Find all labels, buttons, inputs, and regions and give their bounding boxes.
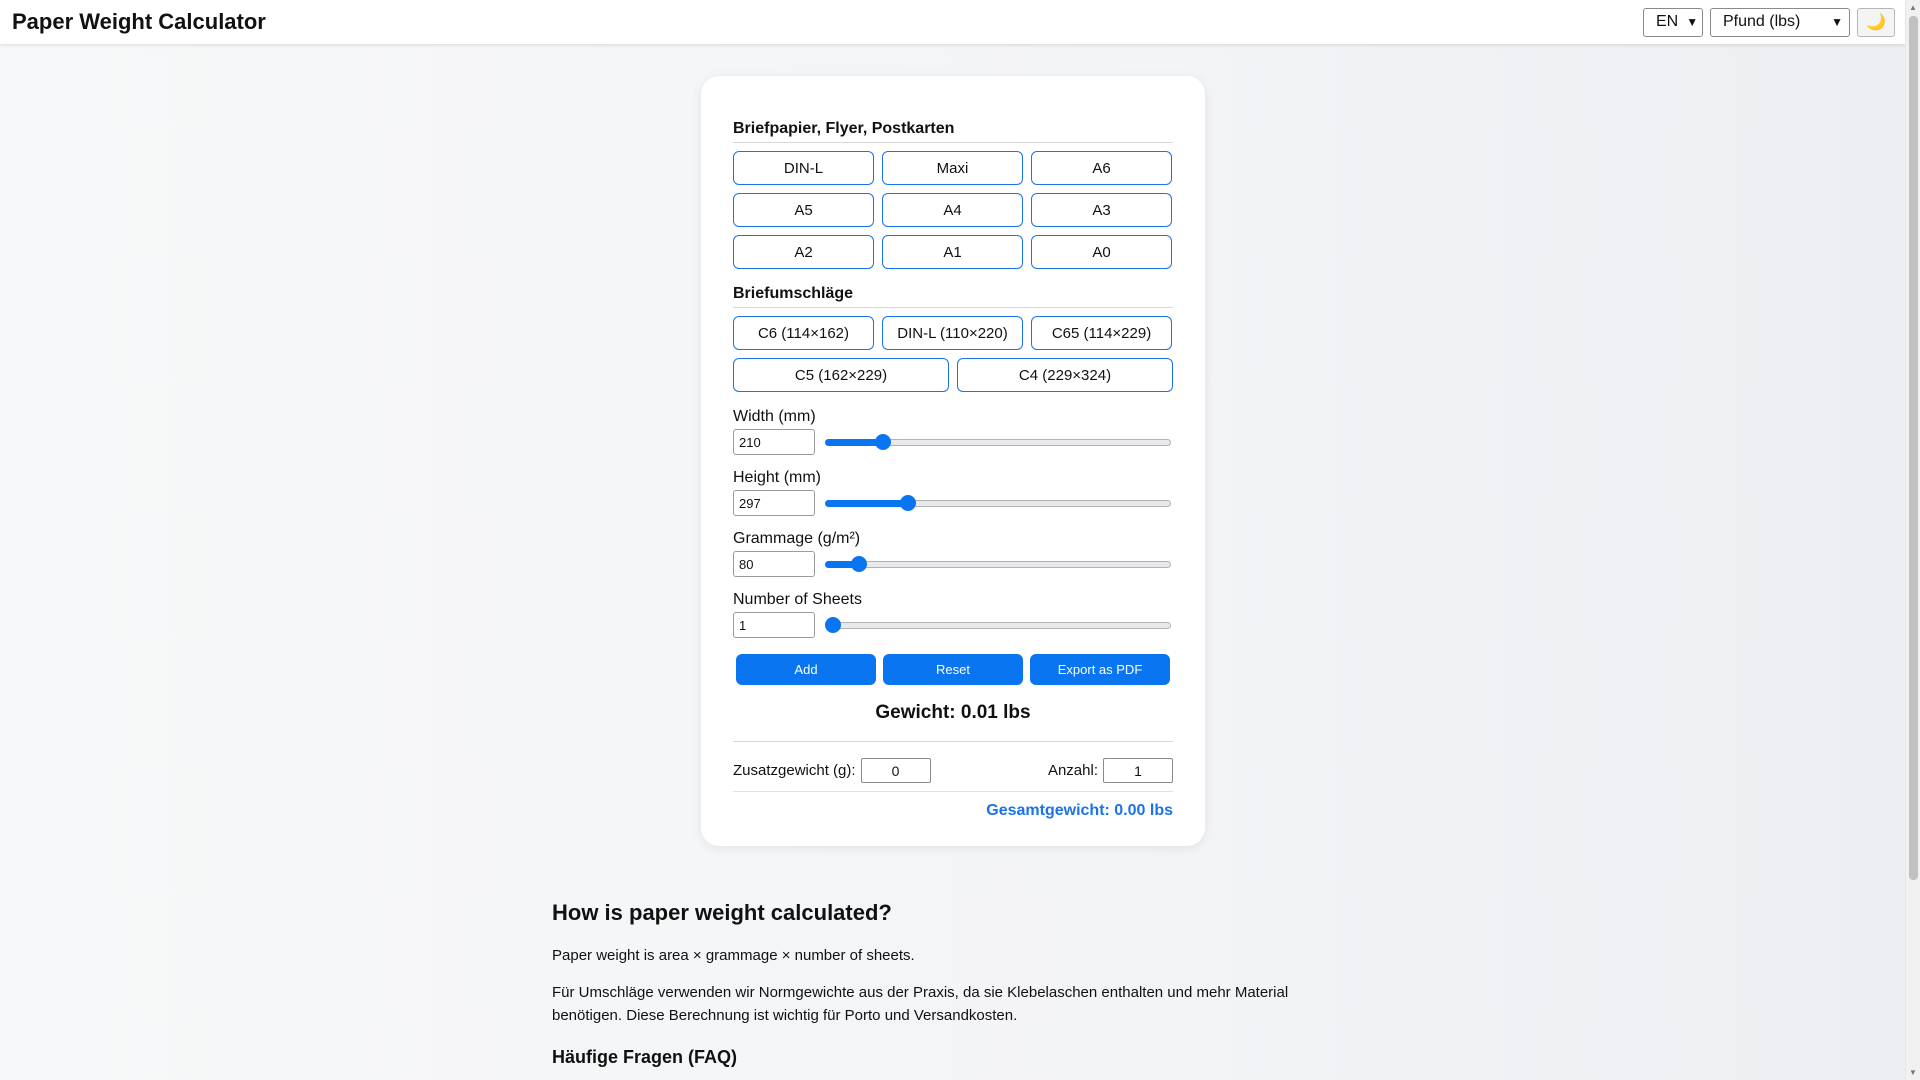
width-row: 210 (733, 429, 1173, 455)
height-input[interactable]: 297 (733, 490, 815, 516)
extra-weight-row: Zusatzgewicht (g): 0 Anzahl: 1 (733, 758, 1173, 783)
unit-select[interactable]: Pfund (lbs) ▼ (1710, 7, 1850, 37)
height-slider[interactable] (825, 495, 1171, 511)
grammage-slider[interactable] (825, 556, 1171, 572)
moon-icon: 🌙 (1866, 14, 1886, 31)
paper-presets-title: Briefpapier, Flyer, Postkarten (733, 120, 1173, 143)
reset-button[interactable]: Reset (883, 654, 1023, 685)
preset-button-a5[interactable]: A5 (733, 193, 874, 227)
preset-button-a4[interactable]: A4 (882, 193, 1023, 227)
sheets-slider[interactable] (825, 617, 1171, 633)
width-slider[interactable] (825, 434, 1171, 450)
height-row: 297 (733, 490, 1173, 516)
article-paragraph: Für Umschläge verwenden wir Normgewichte… (552, 984, 1289, 1024)
sheets-row: 1 (733, 612, 1173, 638)
divider (733, 791, 1173, 792)
preset-button-maxi[interactable]: Maxi (882, 151, 1023, 185)
divider (733, 741, 1173, 742)
preset-button-a3[interactable]: A3 (1031, 193, 1172, 227)
extra-weight-group: Zusatzgewicht (g): 0 (733, 758, 931, 783)
slider-thumb[interactable] (825, 617, 841, 633)
envelope-presets-grid: C6 (114×162) DIN-L (110×220) C65 (114×22… (733, 316, 1173, 350)
top-controls: EN ▼ Pfund (lbs) ▼ 🌙 (1643, 7, 1895, 37)
paper-presets-grid: DIN-L Maxi A6 A5 A4 A3 A2 A1 A0 (733, 151, 1173, 269)
count-input[interactable]: 1 (1103, 758, 1173, 783)
slider-fill (825, 439, 883, 446)
count-label: Anzahl: (1047, 762, 1098, 779)
slider-thumb[interactable] (851, 556, 868, 572)
preset-button-din-l-envelope[interactable]: DIN-L (110×220) (882, 316, 1023, 350)
unit-select-value: Pfund (lbs) (1723, 13, 1801, 30)
extra-weight-label: Zusatzgewicht (g): (733, 762, 856, 779)
language-select-value: EN (1656, 13, 1679, 30)
scroll-down-arrow-icon[interactable]: ▼ (1909, 1068, 1917, 1077)
preset-button-a6[interactable]: A6 (1031, 151, 1172, 185)
app-title: Paper Weight Calculator (12, 9, 266, 34)
article-section: How is paper weight calculated? Paper we… (552, 900, 1312, 1068)
grammage-label: Grammage (g/m²) (733, 530, 861, 547)
preset-button-a2[interactable]: A2 (733, 235, 874, 269)
width-input[interactable]: 210 (733, 429, 815, 455)
action-buttons: Add Reset Export as PDF (733, 654, 1173, 685)
export-pdf-button[interactable]: Export as PDF (1030, 654, 1170, 685)
slider-track (825, 622, 1171, 629)
top-bar: Paper Weight Calculator EN ▼ Pfund (lbs)… (0, 0, 1905, 44)
slider-track (825, 561, 1171, 568)
total-weight: Gesamtgewicht: 0.00 lbs (986, 802, 1173, 819)
preset-button-a1[interactable]: A1 (882, 235, 1023, 269)
slider-thumb[interactable] (899, 495, 916, 511)
count-group: Anzahl: 1 (1048, 758, 1173, 783)
envelope-presets-grid-2: C5 (162×229) C4 (229×324) (733, 358, 1173, 392)
page-scrollbar[interactable]: ▲ ▼ (1905, 0, 1920, 1080)
preset-button-c4[interactable]: C4 (229×324) (957, 358, 1173, 392)
preset-button-c5[interactable]: C5 (162×229) (733, 358, 949, 392)
article-heading: How is paper weight calculated? (552, 900, 892, 925)
chevron-down-icon: ▼ (1831, 15, 1843, 29)
slider-fill (825, 500, 908, 507)
envelope-presets-title: Briefumschläge (733, 285, 1173, 308)
preset-button-c65[interactable]: C65 (114×229) (1031, 316, 1172, 350)
width-label: Width (mm) (733, 408, 816, 425)
article-paragraph: Paper weight is area × grammage × number… (552, 947, 915, 964)
faq-heading: Häufige Fragen (FAQ) (552, 1047, 738, 1067)
height-label: Height (mm) (733, 469, 822, 486)
sheets-input[interactable]: 1 (733, 612, 815, 638)
theme-toggle-button[interactable]: 🌙 (1857, 7, 1895, 37)
language-select[interactable]: EN ▼ (1643, 7, 1703, 37)
chevron-down-icon: ▼ (1686, 15, 1699, 29)
sheets-label: Number of Sheets (733, 591, 862, 608)
add-button[interactable]: Add (736, 654, 876, 685)
grammage-row: 80 (733, 551, 1173, 577)
calculator-card: Briefpapier, Flyer, Postkarten DIN-L Max… (701, 76, 1205, 846)
weight-result: Gewicht: 0.01 lbs (875, 702, 1031, 723)
scroll-up-arrow-icon[interactable]: ▲ (1909, 3, 1917, 12)
preset-button-a0[interactable]: A0 (1031, 235, 1172, 269)
extra-weight-input[interactable]: 0 (860, 758, 931, 783)
grammage-input[interactable]: 80 (733, 551, 815, 577)
slider-thumb[interactable] (874, 434, 891, 450)
preset-button-din-l[interactable]: DIN-L (733, 151, 874, 185)
scrollbar-thumb[interactable] (1909, 16, 1918, 880)
preset-button-c6[interactable]: C6 (114×162) (733, 316, 874, 350)
